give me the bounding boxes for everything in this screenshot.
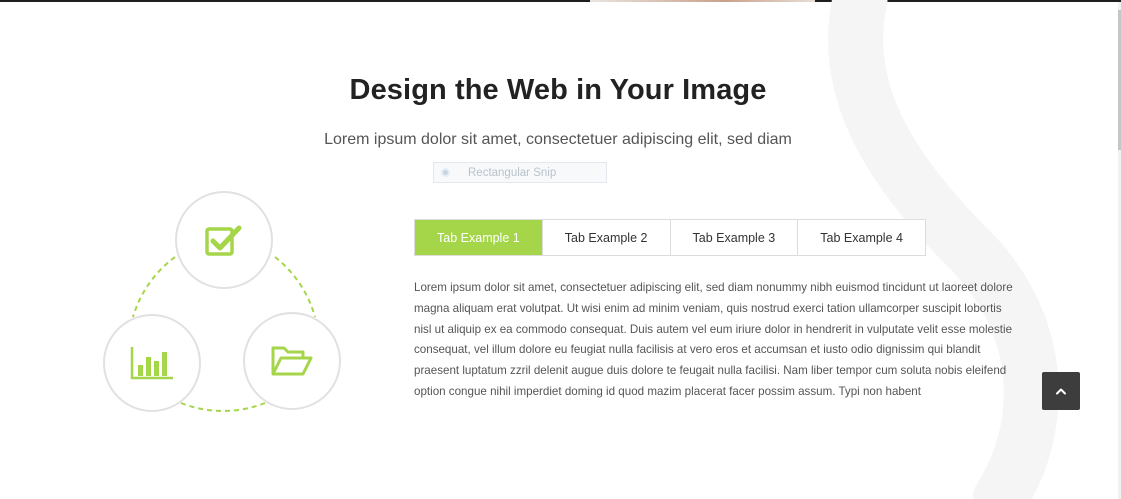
check-square-icon	[205, 225, 242, 256]
section-subtitle: Lorem ipsum dolor sit amet, consectetuer…	[324, 131, 792, 148]
tab-example-4[interactable]: Tab Example 4	[798, 220, 925, 255]
snip-icon	[441, 168, 450, 177]
hero-image-edge	[590, 0, 815, 2]
back-to-top-button[interactable]	[1042, 372, 1080, 410]
analytics-circle	[103, 314, 201, 412]
folder-circle	[243, 312, 341, 410]
tab-example-1[interactable]: Tab Example 1	[415, 220, 543, 255]
bar-chart-icon	[130, 347, 173, 380]
tab-example-3[interactable]: Tab Example 3	[671, 220, 799, 255]
rectangular-snip-overlay[interactable]: Rectangular Snip	[433, 162, 607, 183]
section-title: Design the Web in Your Image	[349, 74, 767, 106]
chevron-up-icon	[1056, 388, 1066, 395]
tab-bar: Tab Example 1 Tab Example 2 Tab Example …	[414, 219, 926, 256]
tab-example-2[interactable]: Tab Example 2	[543, 220, 671, 255]
feature-cycle-diagram	[95, 185, 355, 425]
folder-open-icon	[271, 346, 313, 376]
checklist-circle	[175, 191, 273, 289]
snip-label: Rectangular Snip	[468, 166, 557, 179]
tab-content-text: Lorem ipsum dolor sit amet, consectetuer…	[414, 281, 1013, 398]
